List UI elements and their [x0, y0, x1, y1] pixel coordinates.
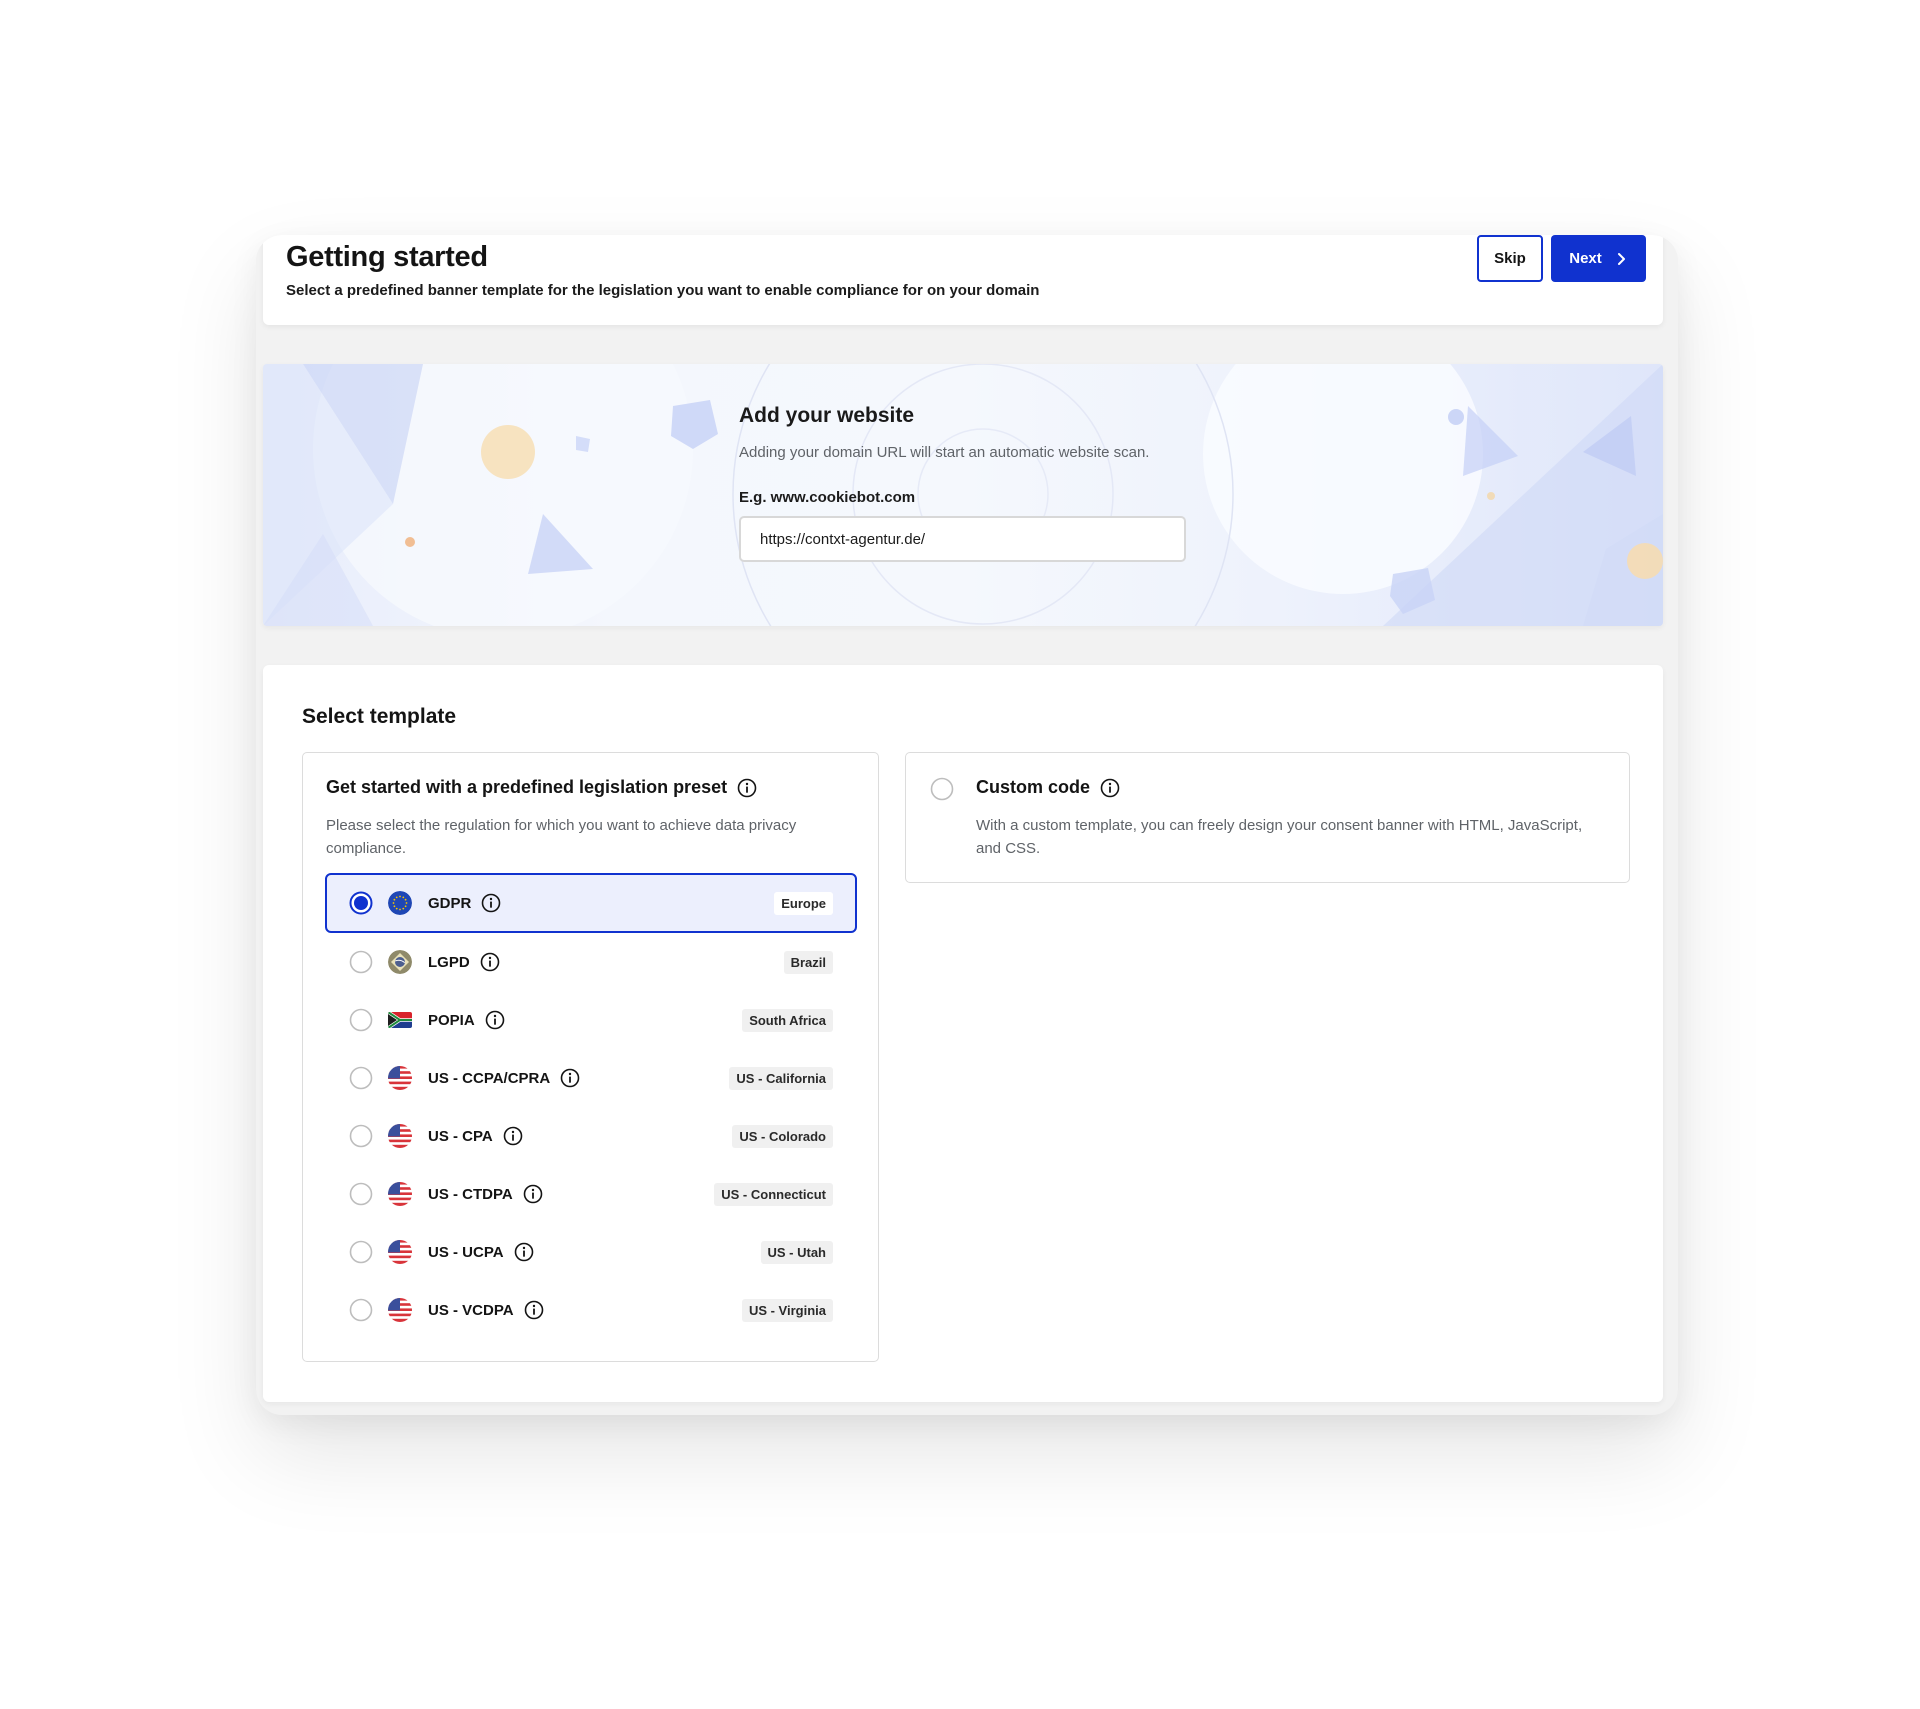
- regulation-item-us-cpa[interactable]: US - CPA US - Colorado: [325, 1107, 857, 1165]
- select-template-card: Select template Get started with a prede…: [263, 665, 1663, 1402]
- radio-unselected[interactable]: [349, 950, 373, 974]
- us-flag-icon: [388, 1124, 412, 1148]
- custom-code-description: With a custom template, you can freely d…: [976, 817, 1583, 857]
- url-field-label: E.g. www.cookiebot.com: [739, 489, 916, 506]
- regulation-item-us-ccpa-cpra[interactable]: US - CCPA/CPRA US - California: [325, 1049, 857, 1107]
- add-website-description: Adding your domain URL will start an aut…: [739, 444, 1150, 461]
- radio-unselected[interactable]: [349, 1066, 373, 1090]
- custom-code-option[interactable]: Custom code With a custom template, you …: [905, 752, 1630, 883]
- region-tag: US - Utah: [760, 1240, 833, 1264]
- next-button[interactable]: Next: [1551, 235, 1646, 282]
- radio-selected[interactable]: [349, 891, 373, 915]
- radio-unselected[interactable]: [349, 1182, 373, 1206]
- custom-code-title: Custom code: [976, 777, 1120, 798]
- region-tag: Europe: [774, 891, 833, 915]
- region-tag: South Africa: [742, 1008, 833, 1032]
- app-window: Getting started Select a predefined bann…: [256, 235, 1678, 1415]
- header-card: Getting started Select a predefined bann…: [263, 235, 1663, 325]
- preset-title: Get started with a predefined legislatio…: [326, 777, 757, 798]
- south-africa-flag-icon: [388, 1012, 412, 1028]
- regulation-name-text: US - CTDPA: [428, 1185, 513, 1203]
- info-icon[interactable]: [1100, 778, 1120, 798]
- page-subtitle: Select a predefined banner template for …: [286, 282, 1040, 299]
- custom-code-title-text: Custom code: [976, 777, 1091, 797]
- info-icon[interactable]: [560, 1068, 580, 1088]
- radio-unselected[interactable]: [349, 1240, 373, 1264]
- regulation-name: US - CTDPA: [428, 1184, 543, 1204]
- regulation-item-us-ctdpa[interactable]: US - CTDPA US - Connecticut: [325, 1165, 857, 1223]
- next-button-label: Next: [1569, 250, 1602, 267]
- eu-flag-icon: [388, 891, 412, 915]
- website-url-input[interactable]: [739, 516, 1186, 562]
- page-title: Getting started: [286, 241, 488, 273]
- region-tag: US - Colorado: [732, 1124, 833, 1148]
- select-template-title: Select template: [302, 705, 457, 728]
- radio-unselected[interactable]: [349, 1124, 373, 1148]
- regulation-item-gdpr[interactable]: GDPR Europe: [325, 873, 857, 933]
- chevron-right-icon: [1617, 252, 1625, 265]
- regulation-name-text: US - CPA: [428, 1127, 493, 1145]
- regulation-item-popia[interactable]: POPIA South Africa: [325, 991, 857, 1049]
- radio-unselected[interactable]: [349, 1008, 373, 1032]
- info-icon[interactable]: [523, 1184, 543, 1204]
- skip-button[interactable]: Skip: [1477, 235, 1543, 282]
- brazil-flag-icon: [388, 950, 412, 974]
- regulation-name: GDPR: [428, 893, 501, 913]
- regulation-name-text: GDPR: [428, 894, 472, 912]
- info-icon[interactable]: [480, 952, 500, 972]
- preset-title-text: Get started with a predefined legislatio…: [326, 777, 728, 797]
- region-tag: US - California: [729, 1066, 833, 1090]
- us-flag-icon: [388, 1298, 412, 1322]
- info-icon[interactable]: [514, 1242, 534, 1262]
- regulation-name-text: US - VCDPA: [428, 1301, 514, 1319]
- add-website-panel: Add your website Adding your domain URL …: [263, 364, 1663, 626]
- info-icon[interactable]: [481, 893, 501, 913]
- radio-unselected[interactable]: [349, 1298, 373, 1322]
- us-flag-icon: [388, 1066, 412, 1090]
- add-website-title: Add your website: [739, 404, 915, 427]
- radio-unselected[interactable]: [930, 777, 954, 801]
- region-tag: Brazil: [783, 950, 833, 974]
- regulation-name-text: POPIA: [428, 1011, 475, 1029]
- regulation-name-text: US - CCPA/CPRA: [428, 1069, 551, 1087]
- regulation-name: US - CPA: [428, 1126, 523, 1146]
- regulation-name: US - CCPA/CPRA: [428, 1068, 580, 1088]
- region-tag: US - Virginia: [741, 1298, 833, 1322]
- regulation-item-us-vcdpa[interactable]: US - VCDPA US - Virginia: [325, 1281, 857, 1339]
- us-flag-icon: [388, 1182, 412, 1206]
- info-icon[interactable]: [737, 778, 757, 798]
- regulation-name: POPIA: [428, 1010, 505, 1030]
- regulation-name-text: LGPD: [428, 953, 470, 971]
- regulation-item-lgpd[interactable]: LGPD Brazil: [325, 933, 857, 991]
- info-icon[interactable]: [503, 1126, 523, 1146]
- regulation-name-text: US - UCPA: [428, 1243, 504, 1261]
- region-tag: US - Connecticut: [714, 1182, 833, 1206]
- regulation-item-us-ucpa[interactable]: US - UCPA US - Utah: [325, 1223, 857, 1281]
- predefined-preset-box: Get started with a predefined legislatio…: [302, 752, 879, 1362]
- regulation-name: LGPD: [428, 952, 500, 972]
- hero-background-decoration: [263, 364, 1663, 626]
- info-icon[interactable]: [485, 1010, 505, 1030]
- preset-description: Please select the regulation for which y…: [326, 817, 797, 857]
- us-flag-icon: [388, 1240, 412, 1264]
- regulation-name: US - UCPA: [428, 1242, 534, 1262]
- regulation-list: GDPR Europe LGPD Brazil POPIA South Afri…: [325, 873, 857, 1339]
- info-icon[interactable]: [524, 1300, 544, 1320]
- regulation-name: US - VCDPA: [428, 1300, 544, 1320]
